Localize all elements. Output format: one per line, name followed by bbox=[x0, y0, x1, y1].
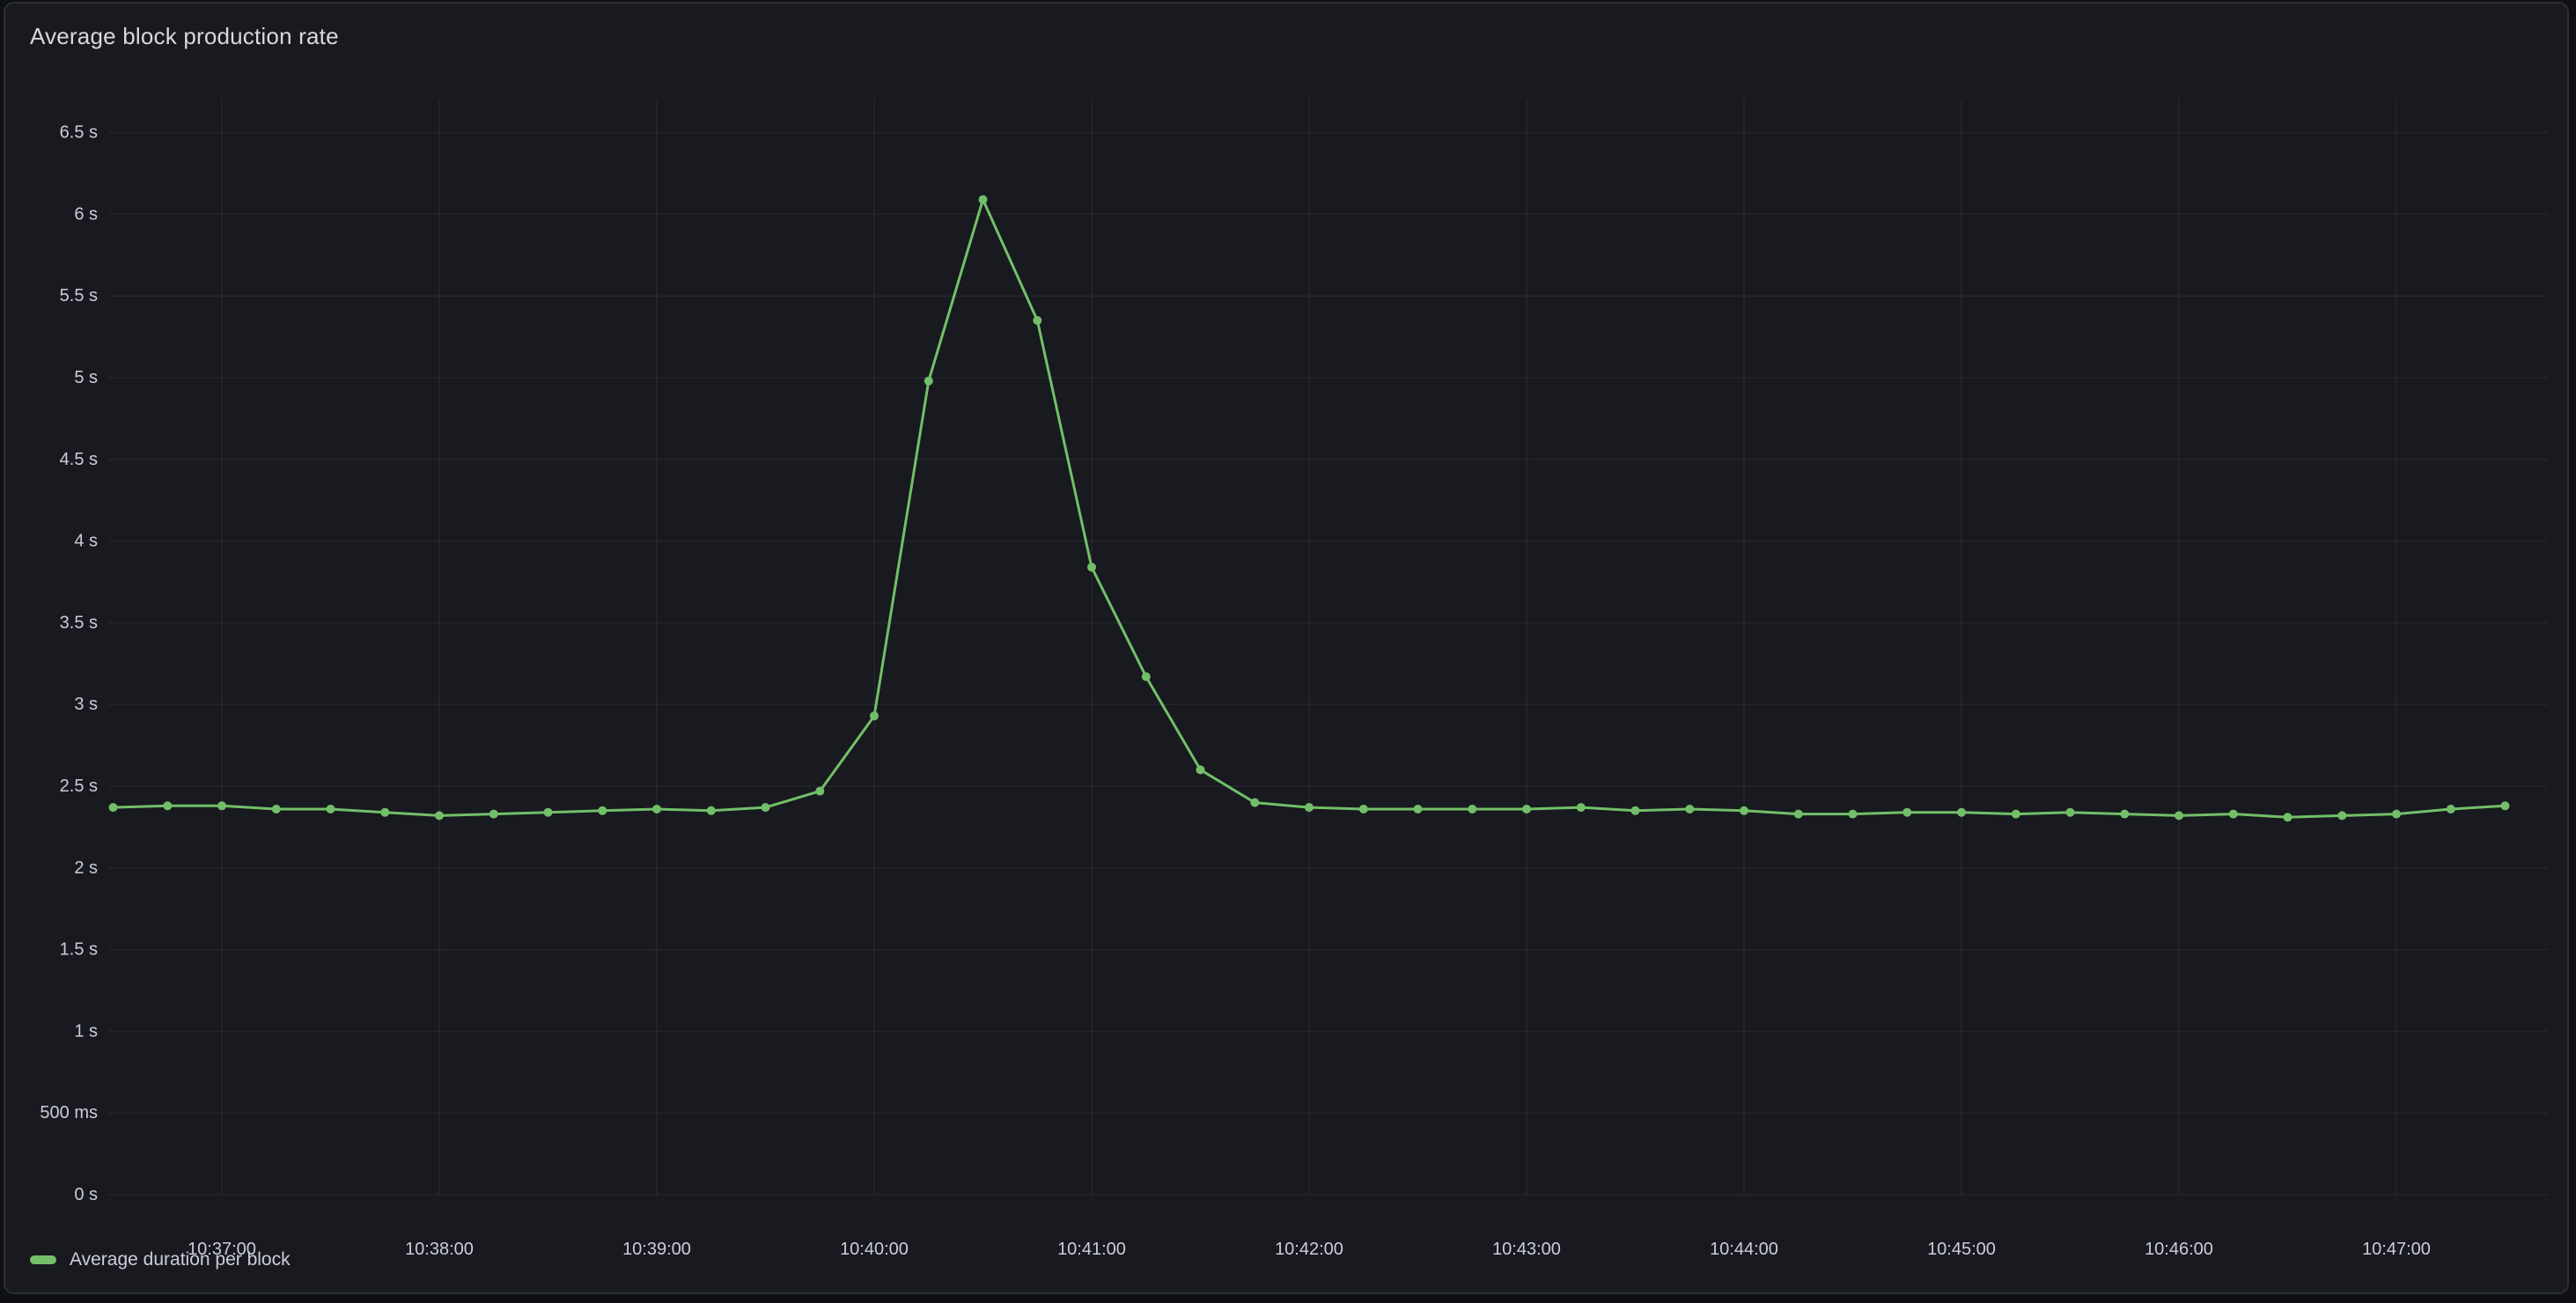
data-point-10:47:30[interactable] bbox=[2501, 801, 2510, 810]
data-point-10:45:00[interactable] bbox=[1957, 808, 1966, 817]
data-point-10:39:30[interactable] bbox=[762, 803, 770, 812]
data-point-10:45:15[interactable] bbox=[2012, 810, 2020, 819]
y-tick-label: 5.5 s bbox=[60, 286, 98, 306]
x-tick-label: 10:39:00 bbox=[622, 1240, 691, 1259]
data-point-10:37:15[interactable] bbox=[272, 805, 281, 813]
legend-series-label[interactable]: Average duration per block bbox=[70, 1248, 291, 1271]
x-tick-label: 10:40:00 bbox=[840, 1240, 909, 1259]
y-tick-label: 2 s bbox=[74, 858, 98, 878]
data-point-10:39:15[interactable] bbox=[707, 806, 716, 815]
data-point-10:46:30[interactable] bbox=[2284, 813, 2293, 821]
data-point-10:44:30[interactable] bbox=[1849, 810, 1858, 819]
data-point-10:43:00[interactable] bbox=[1522, 805, 1531, 813]
data-point-10:37:30[interactable] bbox=[327, 805, 335, 813]
x-tick-label: 10:43:00 bbox=[1492, 1240, 1561, 1259]
data-point-10:47:00[interactable] bbox=[2392, 810, 2401, 819]
y-tick-label: 5 s bbox=[74, 368, 98, 387]
data-point-10:39:00[interactable] bbox=[652, 805, 661, 813]
data-point-10:38:00[interactable] bbox=[435, 811, 444, 820]
data-point-10:36:30[interactable] bbox=[109, 803, 118, 812]
data-point-10:46:15[interactable] bbox=[2229, 810, 2238, 819]
data-point-10:42:30[interactable] bbox=[1414, 805, 1423, 813]
time-series-chart[interactable]: 0 s 500 ms 1 s 1.5 s 2 s 2.5 s 3 s 3.5 s 4 s 4.5 … bbox=[0, 0, 2576, 1303]
legend-item-average-duration-per-block[interactable]: Average duration per block bbox=[30, 1248, 291, 1271]
y-tick-label: 6 s bbox=[74, 204, 98, 224]
y-tick-label: 4 s bbox=[74, 532, 98, 551]
grafana-dashboard-page: { "panel": { "title": "Average block pro… bbox=[0, 0, 2576, 1303]
y-tick-label: 3.5 s bbox=[60, 613, 98, 632]
data-point-10:37:00[interactable] bbox=[217, 801, 226, 810]
data-point-10:42:45[interactable] bbox=[1468, 805, 1476, 813]
data-point-10:36:45[interactable] bbox=[163, 801, 172, 810]
data-point-10:41:00[interactable] bbox=[1087, 563, 1096, 571]
y-tick-label: 1 s bbox=[74, 1021, 98, 1041]
data-point-10:41:30[interactable] bbox=[1196, 765, 1205, 774]
data-point-10:46:00[interactable] bbox=[2175, 811, 2183, 820]
data-point-10:38:30[interactable] bbox=[544, 808, 553, 817]
data-point-10:42:15[interactable] bbox=[1359, 805, 1368, 813]
data-point-10:47:15[interactable] bbox=[2447, 805, 2455, 813]
data-point-10:46:45[interactable] bbox=[2337, 811, 2346, 820]
y-tick-label: 0 s bbox=[74, 1185, 98, 1204]
data-point-10:40:45[interactable] bbox=[1033, 316, 1041, 325]
data-point-10:43:45[interactable] bbox=[1685, 805, 1694, 813]
data-point-10:45:30[interactable] bbox=[2066, 808, 2075, 817]
data-point-10:40:15[interactable] bbox=[924, 377, 933, 386]
x-tick-label: 10:47:00 bbox=[2362, 1240, 2431, 1259]
data-point-10:38:15[interactable] bbox=[489, 810, 498, 819]
y-tick-label: 6.5 s bbox=[60, 123, 98, 143]
data-point-10:43:15[interactable] bbox=[1577, 803, 1586, 812]
data-point-10:40:00[interactable] bbox=[870, 711, 879, 720]
data-point-10:37:45[interactable] bbox=[380, 808, 389, 817]
data-point-10:41:15[interactable] bbox=[1142, 673, 1151, 681]
data-point-10:43:30[interactable] bbox=[1631, 806, 1640, 815]
x-tick-label: 10:41:00 bbox=[1057, 1240, 1126, 1259]
y-tick-label: 2.5 s bbox=[60, 777, 98, 796]
x-tick-label: 10:46:00 bbox=[2145, 1240, 2213, 1259]
chart-legend: Average duration per block bbox=[30, 1248, 291, 1271]
data-point-10:38:45[interactable] bbox=[598, 806, 607, 815]
data-point-10:40:30[interactable] bbox=[979, 195, 988, 204]
data-point-10:45:45[interactable] bbox=[2120, 810, 2129, 819]
x-tick-label: 10:44:00 bbox=[1710, 1240, 1778, 1259]
y-tick-label: 1.5 s bbox=[60, 940, 98, 960]
data-point-10:41:45[interactable] bbox=[1250, 799, 1259, 807]
y-tick-label: 4.5 s bbox=[60, 450, 98, 469]
y-tick-label: 500 ms bbox=[40, 1103, 98, 1123]
x-tick-label: 10:38:00 bbox=[405, 1240, 474, 1259]
data-point-10:44:45[interactable] bbox=[1903, 808, 1911, 817]
data-point-10:42:00[interactable] bbox=[1305, 803, 1314, 812]
series-color-swatch-icon bbox=[30, 1255, 56, 1264]
panel-title[interactable]: Average block production rate bbox=[30, 23, 339, 50]
y-tick-label: 3 s bbox=[74, 695, 98, 714]
data-point-10:44:00[interactable] bbox=[1740, 806, 1748, 815]
data-point-10:44:15[interactable] bbox=[1794, 810, 1803, 819]
data-point-10:39:45[interactable] bbox=[815, 787, 824, 796]
x-tick-label: 10:42:00 bbox=[1275, 1240, 1343, 1259]
x-tick-label: 10:45:00 bbox=[1927, 1240, 1996, 1259]
